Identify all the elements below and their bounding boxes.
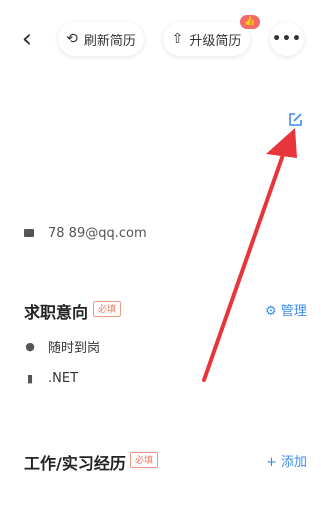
thumb-up-icon: 👍 [240, 15, 260, 29]
manage-label: 管理 [280, 304, 307, 319]
gear-icon: ⚙ [265, 304, 277, 319]
email-row: 78 89@qq.com [24, 224, 147, 242]
upgrade-resume-button[interactable]: ⇧ 升级简历 [163, 22, 250, 56]
availability-label: 随时到岗 [48, 341, 101, 356]
edit-icon[interactable] [287, 112, 303, 128]
clock-icon: ● [25, 340, 35, 353]
email-text: 78 89@qq.com [48, 225, 147, 241]
availability-row[interactable]: ● 随时到岗 [24, 337, 100, 356]
manage-link[interactable]: ⚙ 管理 [265, 300, 307, 319]
position-label: .NET [48, 371, 79, 386]
more-options-button[interactable]: ••• [270, 22, 304, 56]
arrow-up-icon: ⇧ [171, 31, 184, 47]
top-bar: ‹ ⟲ 刷新简历 ⇧ 升级简历 👍 ••• [0, 0, 321, 80]
upgrade-resume-label: 升级简历 [189, 33, 242, 49]
mail-icon [24, 229, 34, 237]
add-work-experience-link[interactable]: + 添加 [266, 451, 307, 470]
document-icon: ▮ [26, 372, 34, 385]
refresh-resume-button[interactable]: ⟲ 刷新简历 [58, 22, 144, 56]
more-dots-icon: ••• [272, 31, 302, 47]
refresh-icon: ⟲ [66, 31, 78, 47]
refresh-resume-label: 刷新简历 [83, 33, 136, 49]
work-experience-title: 工作/实习经历 [24, 454, 126, 473]
required-tag: 必填 [93, 301, 122, 317]
back-button[interactable]: ‹ [14, 24, 40, 54]
back-chevron-icon: ‹ [21, 24, 33, 54]
work-required-tag: 必填 [130, 452, 159, 468]
job-intent-title: 求职意向 [24, 303, 89, 322]
position-row[interactable]: ▮ .NET [24, 371, 78, 386]
